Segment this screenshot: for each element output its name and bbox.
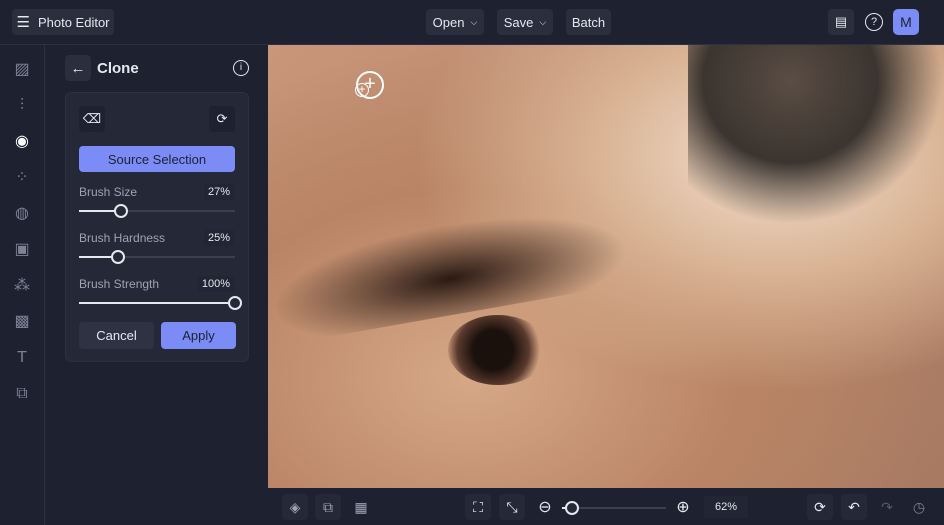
slider-handle[interactable] — [114, 204, 129, 218]
redo-icon[interactable]: ↷ — [874, 494, 900, 520]
avatar[interactable]: M — [893, 9, 919, 35]
hair — [688, 45, 944, 225]
adjust-icon[interactable]: ⫶ — [12, 96, 32, 116]
zoom-value[interactable]: 62% — [704, 496, 748, 518]
save-label: Save — [503, 14, 534, 30]
open-label: Open — [432, 14, 465, 30]
hamburger-icon: ☰ — [16, 14, 30, 31]
bottom-toolbar: ◈ ⧉ ▦ ⛶ ⤡ ⊖ ⊕ 62% ⟳ ↶ ↷ ◷ — [268, 488, 944, 525]
palette-icon[interactable]: ◍ — [12, 204, 32, 224]
brush-hardness-label: Brush Hardness — [79, 231, 166, 245]
brush-strength-value[interactable]: 100% — [197, 276, 234, 292]
history-icon[interactable]: ◷ — [906, 494, 932, 520]
frame-icon[interactable]: ▣ — [12, 240, 32, 260]
reset-icon[interactable]: ⟳ — [209, 106, 235, 132]
brush-size-value[interactable]: 27% — [203, 184, 234, 200]
open-button[interactable]: Open ⌵ — [426, 9, 484, 35]
top-bar: ☰ Photo Editor Open ⌵ Save ⌵ Batch ▤ ? M — [0, 0, 944, 45]
chevron-down-icon: ⌵ — [539, 16, 547, 27]
clone-panel: ← Clone i ⌫ ⟳ Source Selection Brush Siz… — [45, 45, 268, 525]
photo-canvas[interactable]: + + — [268, 45, 944, 488]
slider-handle[interactable] — [565, 501, 580, 515]
eraser-icon[interactable]: ⌫ — [79, 106, 105, 132]
app-title: Photo Editor — [37, 14, 110, 30]
save-button[interactable]: Save ⌵ — [497, 9, 553, 35]
zoom-slider[interactable] — [562, 501, 666, 515]
image-icon[interactable]: ▨ — [12, 60, 32, 80]
clone-settings-card: ⌫ ⟳ Source Selection Brush Size 27% Brus… — [65, 92, 249, 362]
source-crosshair-icon: + — [355, 83, 369, 97]
actual-size-icon[interactable]: ⤡ — [499, 494, 525, 520]
back-arrow-icon[interactable]: ← — [65, 55, 91, 81]
overlay-icon[interactable]: ⧉ — [12, 384, 32, 404]
slider-handle[interactable] — [228, 296, 242, 310]
brush-size-slider[interactable] — [79, 204, 235, 218]
effects-icon[interactable]: ⁘ — [12, 168, 32, 188]
layers-icon[interactable]: ◈ — [282, 494, 308, 520]
undo-icon[interactable]: ↶ — [841, 494, 867, 520]
panel-title: Clone — [97, 60, 139, 77]
menu-button[interactable]: ☰ Photo Editor — [12, 9, 114, 35]
batch-button[interactable]: Batch — [566, 9, 611, 35]
eye — [448, 315, 548, 385]
texture-icon[interactable]: ▩ — [12, 312, 32, 332]
help-icon[interactable]: ? — [865, 13, 883, 31]
fit-screen-icon[interactable]: ⛶ — [465, 494, 491, 520]
tool-rail: ▨ ⫶ ◉ ⁘ ◍ ▣ ⁂ ▩ T ⧉ — [0, 45, 45, 525]
batch-label: Batch — [571, 14, 606, 30]
eyebrow — [268, 194, 634, 346]
zoom-out-icon[interactable]: ⊖ — [532, 494, 558, 520]
compare-icon[interactable]: ⧉ — [315, 494, 341, 520]
brush-strength-label: Brush Strength — [79, 277, 160, 291]
apply-button[interactable]: Apply — [161, 322, 236, 349]
zoom-in-icon[interactable]: ⊕ — [670, 494, 696, 520]
brush-size-label: Brush Size — [79, 185, 138, 199]
eye-icon[interactable]: ◉ — [12, 132, 32, 152]
comment-icon[interactable]: ▤ — [828, 9, 854, 35]
brush-hardness-value[interactable]: 25% — [203, 230, 234, 246]
grid-icon[interactable]: ▦ — [348, 494, 374, 520]
text-icon[interactable]: T — [12, 348, 32, 368]
cancel-button[interactable]: Cancel — [79, 322, 154, 349]
rotate-icon[interactable]: ⟳ — [807, 494, 833, 520]
info-icon[interactable]: i — [233, 60, 249, 76]
source-selection-button[interactable]: Source Selection — [79, 146, 235, 172]
slider-handle[interactable] — [111, 250, 125, 264]
shapes-icon[interactable]: ⁂ — [12, 276, 32, 296]
brush-hardness-slider[interactable] — [79, 250, 235, 264]
brush-strength-slider[interactable] — [79, 296, 242, 310]
chevron-down-icon: ⌵ — [470, 16, 478, 27]
